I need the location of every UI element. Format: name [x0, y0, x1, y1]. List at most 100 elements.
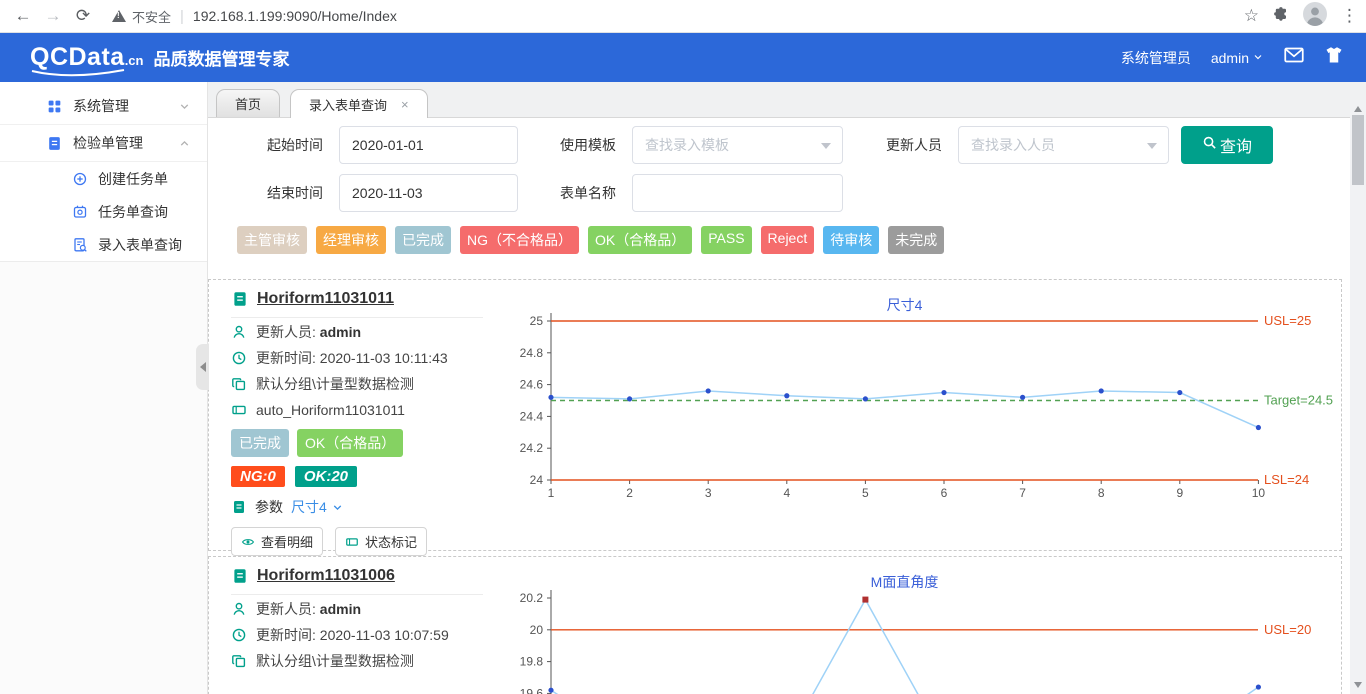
- tab-label: 录入表单查询: [309, 95, 387, 114]
- sidebar: 系统管理 检验单管理 创建任务单任务单查询录入表单查询: [0, 82, 208, 694]
- tab-home[interactable]: 首页: [216, 89, 280, 117]
- refresh-icon[interactable]: ⟳: [68, 6, 98, 26]
- card-counts: NG:0OK:20: [231, 466, 493, 487]
- sidebar-collapse-handle[interactable]: [196, 344, 209, 390]
- start-time-input[interactable]: [339, 126, 518, 164]
- browser-toolbar: ← → ⟳ 不安全 | 192.168.1.199:9090/Home/Inde…: [0, 0, 1366, 33]
- close-icon[interactable]: ×: [401, 97, 409, 112]
- card-info-line: 默认分组\计量型数据检测: [231, 648, 493, 673]
- sidebar-subitem-2[interactable]: 录入表单查询: [0, 228, 207, 261]
- svg-text:USL=25: USL=25: [1264, 313, 1311, 328]
- view-detail-button[interactable]: 查看明细: [231, 527, 323, 556]
- card-info-line: 更新时间: 2020-11-03 10:07:59: [231, 622, 493, 647]
- status-badge: NG（不合格品）: [460, 226, 579, 254]
- clock-icon: [231, 627, 247, 643]
- user-icon: [231, 601, 247, 617]
- status-mark-button[interactable]: 状态标记: [335, 527, 427, 556]
- forward-icon[interactable]: →: [38, 6, 68, 26]
- bookmark-star-icon[interactable]: ☆: [1244, 6, 1259, 26]
- copy-icon: [231, 653, 247, 669]
- security-label[interactable]: 不安全: [132, 7, 171, 26]
- svg-text:24.6: 24.6: [520, 378, 544, 392]
- browser-menu-icon[interactable]: ⋮: [1341, 6, 1358, 26]
- extensions-puzzle-icon[interactable]: [1273, 6, 1289, 27]
- card-info-panel: Horiform11031011 更新人员: admin 更新时间: 2020-…: [209, 280, 493, 550]
- back-icon[interactable]: ←: [8, 6, 38, 26]
- sidebar-subitem-label: 录入表单查询: [98, 235, 182, 255]
- grid-icon: [46, 98, 63, 115]
- document-icon: [231, 290, 249, 308]
- param-select[interactable]: 尺寸4: [291, 497, 344, 517]
- brand-suffix: .cn: [125, 53, 144, 68]
- svg-text:4: 4: [783, 486, 790, 500]
- sidebar-subitem-1[interactable]: 任务单查询: [0, 195, 207, 228]
- brand-logo[interactable]: QCData .cn: [30, 43, 143, 72]
- sidebar-item-0[interactable]: 系统管理: [0, 88, 207, 125]
- end-time-input[interactable]: [339, 174, 518, 212]
- svg-text:24.4: 24.4: [520, 409, 544, 423]
- status-badge: PASS: [701, 226, 751, 254]
- status-badge: 已完成: [395, 226, 451, 254]
- chevron-down-icon: [1252, 51, 1264, 63]
- content-area: 起始时间 使用模板 查找录入模板 更新人员 查找录入人员 查询: [208, 125, 1366, 694]
- sidebar-subitem-0[interactable]: 创建任务单: [0, 162, 207, 195]
- avatar-icon: [1303, 2, 1327, 26]
- filter-row-2: 结束时间 表单名称: [267, 173, 1366, 212]
- profile-avatar[interactable]: [1303, 2, 1327, 31]
- search-button[interactable]: 查询: [1181, 126, 1273, 164]
- info-text: 更新时间: 2020-11-03 10:11:43: [256, 348, 448, 368]
- shirt-icon[interactable]: [1324, 45, 1344, 70]
- puzzle-icon: [1273, 6, 1289, 22]
- chart-title: M面直角度: [871, 574, 939, 590]
- chart-title: 尺寸4: [887, 297, 923, 313]
- user-menu[interactable]: admin: [1211, 50, 1264, 66]
- template-select[interactable]: 查找录入模板: [632, 126, 843, 164]
- brand-name: QCData: [30, 43, 125, 72]
- sidebar-item-1[interactable]: 检验单管理: [0, 125, 207, 162]
- updater-label: 更新人员: [886, 135, 944, 155]
- svg-text:1: 1: [548, 486, 555, 500]
- eye-icon: [241, 535, 255, 549]
- scroll-down-icon[interactable]: [1354, 682, 1362, 688]
- copy-icon: [231, 376, 247, 392]
- task-search-icon: [72, 204, 88, 220]
- form-name-input[interactable]: [632, 174, 843, 212]
- card-actions: 查看明细状态标记: [231, 527, 493, 556]
- scrollbar-thumb[interactable]: [1352, 115, 1364, 185]
- count-badge: OK:20: [295, 466, 357, 487]
- status-badge: Reject: [761, 226, 815, 254]
- svg-text:19.6: 19.6: [520, 686, 544, 694]
- status-badge: OK（合格品）: [588, 226, 692, 254]
- address-bar[interactable]: 192.168.1.199:9090/Home/Index: [193, 8, 397, 24]
- info-text: 更新人员: admin: [256, 599, 361, 619]
- user-icon: [231, 324, 247, 340]
- svg-text:20.2: 20.2: [520, 591, 544, 605]
- scroll-up-icon[interactable]: [1354, 106, 1362, 112]
- card-title-link[interactable]: Horiform11031006: [257, 567, 395, 585]
- card-info-line: 默认分组\计量型数据检测: [231, 371, 493, 396]
- card-title-link[interactable]: Horiform11031011: [257, 290, 394, 308]
- document-icon: [231, 567, 249, 585]
- url-separator: |: [180, 8, 184, 25]
- info-text: 默认分组\计量型数据检测: [256, 374, 414, 394]
- chevron-down-icon: [178, 100, 191, 113]
- screen: ← → ⟳ 不安全 | 192.168.1.199:9090/Home/Inde…: [0, 0, 1366, 694]
- card-info-panel: Horiform11031006 更新人员: admin 更新时间: 2020-…: [209, 557, 493, 694]
- svg-text:8: 8: [1098, 486, 1105, 500]
- card-info-line: auto_Horiform11031011: [231, 397, 493, 422]
- svg-text:LSL=24: LSL=24: [1264, 472, 1309, 487]
- updater-select[interactable]: 查找录入人员: [958, 126, 1169, 164]
- template-select-placeholder: 查找录入模板: [645, 135, 729, 155]
- svg-text:USL=20: USL=20: [1264, 622, 1311, 637]
- mail-icon[interactable]: [1284, 45, 1304, 70]
- app-body: 系统管理 检验单管理 创建任务单任务单查询录入表单查询 首页录入表单查询× 起始…: [0, 82, 1366, 694]
- form-name-label: 表单名称: [560, 183, 618, 203]
- tab-form-query[interactable]: 录入表单查询 ×: [290, 89, 428, 118]
- svg-text:3: 3: [705, 486, 712, 500]
- status-badge: 已完成: [231, 429, 289, 457]
- sidebar-menu: 系统管理 检验单管理 创建任务单任务单查询录入表单查询: [0, 82, 207, 262]
- vertical-scrollbar[interactable]: [1350, 100, 1366, 694]
- tag-icon: [231, 402, 247, 418]
- param-label: 参数: [255, 497, 283, 517]
- security-warning-icon[interactable]: [112, 10, 126, 22]
